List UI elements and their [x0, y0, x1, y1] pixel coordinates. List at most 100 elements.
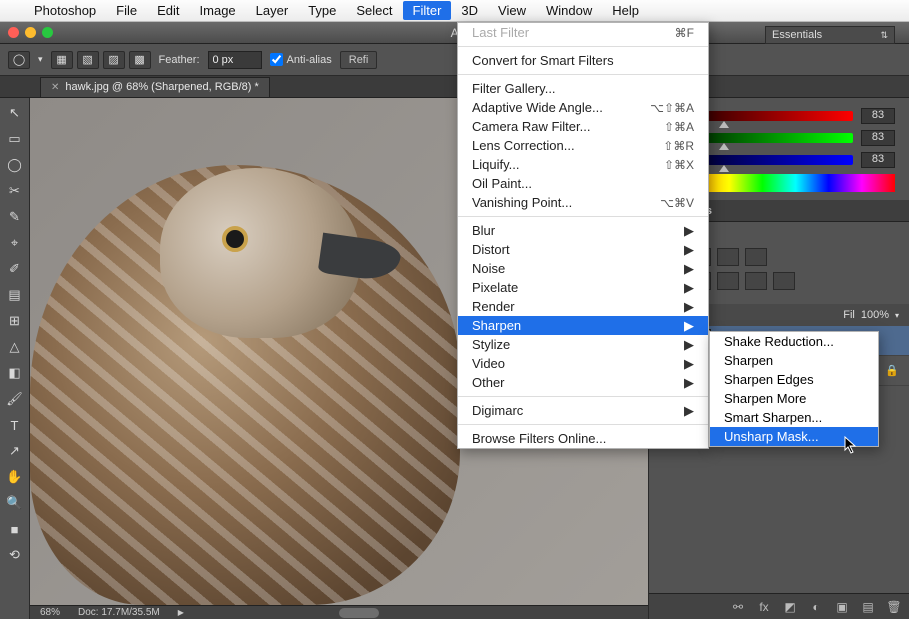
filter-digimarc[interactable]: Digimarc▶	[458, 401, 708, 420]
screenmode-tool-icon[interactable]: ⟲	[3, 544, 27, 566]
new-layer-icon[interactable]: ▤	[859, 599, 877, 615]
filter-distort[interactable]: Distort▶	[458, 240, 708, 259]
move-tool-icon[interactable]: ↖	[3, 102, 27, 124]
curves-adjust-icon[interactable]	[717, 248, 739, 266]
zoom-tool-icon[interactable]: 🔍	[3, 492, 27, 514]
filter-adaptive-wide-angle[interactable]: Adaptive Wide Angle...⌥⇧⌘A	[458, 98, 708, 117]
workspace-selector[interactable]: Essentials ⇅	[765, 26, 895, 44]
path-tool-icon[interactable]: T	[3, 414, 27, 436]
brush-tool-icon[interactable]: ✐	[3, 258, 27, 280]
sharpen-smart[interactable]: Smart Sharpen...	[710, 408, 878, 427]
antialias-checkbox[interactable]: Anti-alias	[270, 53, 332, 66]
photo-filter-icon[interactable]	[745, 272, 767, 290]
horizontal-scrollbar-thumb[interactable]	[339, 608, 379, 618]
green-value[interactable]: 83	[861, 130, 895, 146]
subtract-selection-icon[interactable]: ▨	[103, 51, 125, 69]
lasso-tool-icon[interactable]: ◯	[3, 154, 27, 176]
filter-convert-smart[interactable]: Convert for Smart Filters	[458, 51, 708, 70]
mask-icon[interactable]: ◩	[781, 599, 799, 615]
menu-edit[interactable]: Edit	[147, 1, 189, 20]
doc-info[interactable]: Doc: 17.7M/35.5M	[78, 607, 160, 618]
menu-type[interactable]: Type	[298, 1, 346, 20]
minimize-window-button[interactable]	[25, 27, 36, 38]
red-value[interactable]: 83	[861, 108, 895, 124]
filter-lens-correction[interactable]: Lens Correction...⇧⌘R	[458, 136, 708, 155]
exposure-adjust-icon[interactable]	[745, 248, 767, 266]
chevron-down-icon[interactable]: ▾	[38, 54, 43, 65]
blue-value[interactable]: 83	[861, 152, 895, 168]
marquee-tool-icon[interactable]: ▭	[3, 128, 27, 150]
menu-image[interactable]: Image	[190, 1, 246, 20]
sharpen-sharpen[interactable]: Sharpen	[710, 351, 878, 370]
filter-camera-raw[interactable]: Camera Raw Filter...⇧⌘A	[458, 117, 708, 136]
adjustment-layer-icon[interactable]: ◐	[807, 599, 825, 615]
filter-sharpen[interactable]: Sharpen▶	[458, 316, 708, 335]
sharpen-submenu: Shake Reduction... Sharpen Sharpen Edges…	[709, 331, 879, 447]
filter-video[interactable]: Video▶	[458, 354, 708, 373]
mac-menubar: Photoshop File Edit Image Layer Type Sel…	[0, 0, 909, 22]
menu-view[interactable]: View	[488, 1, 536, 20]
filter-other[interactable]: Other▶	[458, 373, 708, 392]
dodge-tool-icon[interactable]: △	[3, 336, 27, 358]
document-tab-label: hawk.jpg @ 68% (Sharpened, RGB/8) *	[65, 81, 258, 93]
filter-stylize[interactable]: Stylize▶	[458, 335, 708, 354]
sharpen-unsharp-mask[interactable]: Unsharp Mask...	[710, 427, 878, 446]
menu-window[interactable]: Window	[536, 1, 602, 20]
gradient-tool-icon[interactable]: ⊞	[3, 310, 27, 332]
hand-tool-icon[interactable]: ✋	[3, 466, 27, 488]
sharpen-edges[interactable]: Sharpen Edges	[710, 370, 878, 389]
maximize-window-button[interactable]	[42, 27, 53, 38]
filter-noise[interactable]: Noise▶	[458, 259, 708, 278]
menu-layer[interactable]: Layer	[246, 1, 299, 20]
group-icon[interactable]: ▣	[833, 599, 851, 615]
filter-pixelate[interactable]: Pixelate▶	[458, 278, 708, 297]
menu-file[interactable]: File	[106, 1, 147, 20]
add-selection-icon[interactable]: ▧	[77, 51, 99, 69]
fx-icon[interactable]: fx	[755, 599, 773, 615]
filter-browse-online[interactable]: Browse Filters Online...	[458, 429, 708, 448]
menu-help[interactable]: Help	[602, 1, 649, 20]
trash-icon[interactable]: 🗑	[885, 599, 903, 615]
menu-photoshop[interactable]: Photoshop	[24, 1, 106, 20]
tool-preset-icon[interactable]: ◯	[8, 51, 30, 69]
channel-mixer-icon[interactable]	[773, 272, 795, 290]
selection-mode-group: ▦ ▧ ▨ ▩	[51, 51, 151, 69]
link-layers-icon[interactable]: ⚯	[729, 599, 747, 615]
crop-tool-icon[interactable]: ✂	[3, 180, 27, 202]
tools-panel: ↖ ▭ ◯ ✂ ✎ ⌖ ✐ ▤ ⊞ △ ◧ 🖌 T ↗ ✋ 🔍 ■ ⟲	[0, 98, 30, 619]
stamp-tool-icon[interactable]: ▤	[3, 284, 27, 306]
fill-value[interactable]: 100%	[861, 309, 889, 321]
close-tab-icon[interactable]: ✕	[51, 82, 59, 93]
filter-render[interactable]: Render▶	[458, 297, 708, 316]
filter-blur[interactable]: Blur▶	[458, 221, 708, 240]
swatch-tool-icon[interactable]: ■	[3, 518, 27, 540]
filter-liquify[interactable]: Liquify...⇧⌘X	[458, 155, 708, 174]
filter-gallery[interactable]: Filter Gallery...	[458, 79, 708, 98]
pen-tool-icon[interactable]: ◧	[3, 362, 27, 384]
type-tool-icon[interactable]: 🖌	[3, 388, 27, 410]
document-tab[interactable]: ✕ hawk.jpg @ 68% (Sharpened, RGB/8) *	[40, 77, 270, 97]
refine-edge-button[interactable]: Refi	[340, 51, 378, 69]
menu-filter[interactable]: Filter	[403, 1, 452, 20]
chevron-right-icon[interactable]: ▶	[178, 608, 184, 617]
shape-tool-icon[interactable]: ↗	[3, 440, 27, 462]
close-window-button[interactable]	[8, 27, 19, 38]
bw-adjust-icon[interactable]	[717, 272, 739, 290]
menu-select[interactable]: Select	[346, 1, 402, 20]
filter-last: Last Filter⌘F	[458, 23, 708, 42]
filter-oil-paint[interactable]: Oil Paint...	[458, 174, 708, 193]
eyedropper-tool-icon[interactable]: ✎	[3, 206, 27, 228]
antialias-check-input[interactable]	[270, 53, 283, 66]
sharpen-more[interactable]: Sharpen More	[710, 389, 878, 408]
intersect-selection-icon[interactable]: ▩	[129, 51, 151, 69]
feather-input[interactable]	[208, 51, 262, 69]
healing-tool-icon[interactable]: ⌖	[3, 232, 27, 254]
zoom-level[interactable]: 68%	[40, 607, 60, 618]
filter-vanishing-point[interactable]: Vanishing Point...⌥⌘V	[458, 193, 708, 212]
feather-label: Feather:	[159, 54, 200, 66]
workspace-label: Essentials	[772, 29, 822, 41]
chevron-down-icon[interactable]: ▾	[895, 311, 899, 320]
new-selection-icon[interactable]: ▦	[51, 51, 73, 69]
sharpen-shake-reduction[interactable]: Shake Reduction...	[710, 332, 878, 351]
menu-3d[interactable]: 3D	[451, 1, 488, 20]
